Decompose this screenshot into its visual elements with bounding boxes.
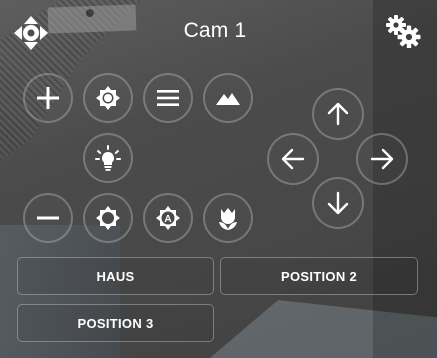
brightness-high-icon <box>95 85 121 111</box>
arrow-up-icon <box>325 101 351 127</box>
plus-icon <box>35 85 61 111</box>
minus-icon <box>35 205 61 231</box>
brightness-down-button[interactable] <box>83 193 133 243</box>
pan-right-button[interactable] <box>356 133 408 185</box>
svg-text:A: A <box>164 214 171 225</box>
arrow-right-icon <box>369 146 395 172</box>
hamburger-menu-icon <box>155 87 181 109</box>
zoom-in-button[interactable] <box>23 73 73 123</box>
lightbulb-icon <box>94 144 122 172</box>
auto-brightness-icon: A <box>155 205 181 231</box>
zoom-out-button[interactable] <box>23 193 73 243</box>
brightness-up-button[interactable] <box>83 73 133 123</box>
preset-position-3-button[interactable]: POSITION 3 <box>17 304 214 342</box>
camera-background-object <box>47 4 137 34</box>
gears-icon[interactable] <box>385 14 421 49</box>
camera-control-panel: Cam 1 A HAUS POSITION 2 POSITION 3 <box>0 0 437 358</box>
menu-button[interactable] <box>143 73 193 123</box>
mountains-icon <box>214 87 242 109</box>
auto-brightness-button[interactable]: A <box>143 193 193 243</box>
page-title: Cam 1 <box>183 19 247 42</box>
arrow-left-icon <box>280 146 306 172</box>
landscape-mode-button[interactable] <box>203 73 253 123</box>
move-arrows-icon[interactable] <box>12 14 50 52</box>
light-button[interactable] <box>83 133 133 183</box>
pan-left-button[interactable] <box>267 133 319 185</box>
flower-icon <box>215 205 241 231</box>
preset-position-2-button[interactable]: POSITION 2 <box>220 257 418 295</box>
macro-mode-button[interactable] <box>203 193 253 243</box>
tilt-up-button[interactable] <box>312 88 364 140</box>
brightness-low-icon <box>95 205 121 231</box>
tilt-down-button[interactable] <box>312 177 364 229</box>
preset-haus-button[interactable]: HAUS <box>17 257 214 295</box>
arrow-down-icon <box>325 190 351 216</box>
